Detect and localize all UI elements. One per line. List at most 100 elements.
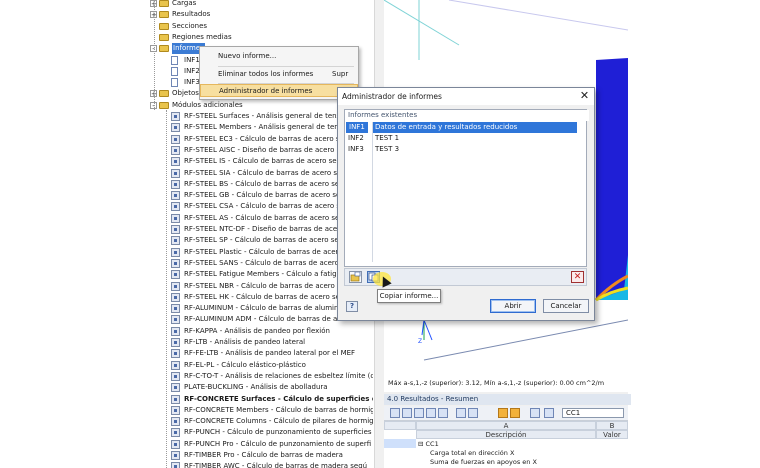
table-row[interactable]: Suma de fuerzas en apoyos en X: [430, 458, 537, 466]
open-button[interactable]: Abrir: [490, 299, 536, 313]
module-item[interactable]: RF-CONCRETE Columns - Cálculo de pilares…: [133, 416, 373, 427]
close-icon[interactable]: ✕: [578, 90, 591, 103]
list-header: Informes existentes: [345, 110, 589, 121]
delete-report-icon[interactable]: ✕: [571, 271, 584, 283]
layers-icon[interactable]: [468, 408, 478, 418]
tree-item[interactable]: + Cargas: [133, 0, 373, 9]
module-icon: [171, 112, 180, 121]
module-label: RF-LTB - Análisis de pandeo lateral: [184, 337, 305, 348]
table-icon[interactable]: [390, 408, 400, 418]
module-label: RF-STEEL IS - Cálculo de barras de acero…: [184, 156, 341, 167]
module-name: RF-STEEL HK: [184, 292, 229, 301]
module-label: RF-STEEL SIA - Cálculo de barras de acer…: [184, 168, 346, 179]
module-description: - Análisis de relaciones de esbeltez lím…: [218, 371, 373, 380]
previous-icon[interactable]: [498, 408, 508, 418]
table-row[interactable]: Carga total en dirección X: [430, 449, 514, 457]
module-name: RF-ALUMINUM: [184, 304, 234, 313]
surface-fill: [596, 58, 628, 300]
module-item[interactable]: RF-CONCRETE Members - Cálculo de barras …: [133, 405, 373, 416]
module-label: RF-STEEL HK - Cálculo de barras de acero…: [184, 292, 344, 303]
module-name: PLATE-BUCKLING: [184, 383, 244, 392]
module-icon: [171, 439, 180, 449]
module-label: RF-STEEL NBR - Cálculo de barras de acer…: [184, 281, 349, 292]
chart-icon[interactable]: [544, 408, 554, 418]
module-label: RF-TIMBER Pro - Cálculo de barras de mad…: [184, 450, 343, 461]
module-icon: [171, 315, 180, 325]
table-row-group[interactable]: ⊟ CC1: [418, 440, 439, 448]
module-item[interactable]: RF-PUNCH Pro - Cálculo de punzonamiento …: [133, 439, 373, 450]
tree-item-label: Resultados: [172, 10, 211, 19]
module-label: RF-ALUMINUM - Cálculo de barras de alumi…: [184, 303, 338, 314]
tree-item-label: Secciones: [172, 21, 208, 30]
module-icon: [171, 270, 180, 280]
results-panel: 4.0 Resultados - Resumen CC1 A B Descrip…: [384, 392, 631, 468]
module-name: RF-STEEL GB: [184, 191, 230, 200]
module-description: - Análisis de pandeo lateral por el MEF: [218, 349, 356, 358]
module-item[interactable]: RF-LTB - Análisis de pandeo lateral: [133, 337, 373, 348]
module-icon: [171, 417, 180, 427]
columns-icon[interactable]: [426, 408, 436, 418]
module-item[interactable]: RF-KAPPA - Análisis de pandeo por flexió…: [133, 326, 373, 337]
module-item[interactable]: PLATE-BUCKLING - Análisis de abolladura: [133, 382, 373, 393]
axis-x-line: [423, 319, 433, 341]
export-icon[interactable]: [402, 408, 412, 418]
module-item[interactable]: RF-EL-PL - Cálculo elástico-plástico: [133, 360, 373, 371]
module-name: RF-STEEL EC3: [184, 134, 233, 143]
module-item[interactable]: RF-C-TO-T - Análisis de relaciones de es…: [133, 371, 373, 382]
module-icon: [171, 258, 180, 268]
tree-item[interactable]: Secciones: [133, 21, 373, 32]
next-icon[interactable]: [510, 408, 520, 418]
report-row-inf2[interactable]: INF2 TEST 1: [345, 133, 586, 144]
module-item[interactable]: RF-TIMBER AWC - Cálculo de barras de mad…: [133, 461, 373, 468]
module-name: RF-STEEL Plastic: [184, 247, 242, 256]
module-name: RF-LTB: [184, 338, 208, 346]
column-b-header[interactable]: B: [596, 421, 628, 430]
dialog-title-bar[interactable]: Administrador de informes ✕: [338, 88, 594, 105]
context-menu: Nuevo informe... Eliminar todos los info…: [199, 46, 359, 100]
folder-icon: [159, 90, 169, 98]
tree-item-label: Regiones medias: [172, 32, 232, 41]
module-label: RF-STEEL Surfaces - Análisis general de …: [184, 111, 346, 122]
module-label: RF-PUNCH Pro - Cálculo de punzonamiento …: [184, 439, 371, 450]
grid-icon[interactable]: [438, 408, 448, 418]
help-icon[interactable]: ?: [346, 301, 358, 312]
module-label: RF-FE-LTB - Análisis de pandeo lateral p…: [184, 348, 355, 359]
right-blank-area: [628, 0, 760, 468]
settings-icon[interactable]: [530, 408, 540, 418]
copy-report-tooltip: Copiar informe...: [377, 289, 441, 303]
report-description: Datos de entrada y resultados reducidos: [373, 122, 578, 133]
module-description: - Cálculo de punzonamiento de superfi: [233, 439, 372, 448]
tree-item[interactable]: + Resultados: [133, 9, 373, 20]
menu-item-new-report[interactable]: Nuevo informe...: [200, 50, 358, 63]
module-name: RF-STEEL SANS: [184, 258, 239, 267]
cancel-button[interactable]: Cancelar: [543, 299, 589, 313]
tree-item-label: Cargas: [172, 0, 197, 7]
column-a-header[interactable]: A: [416, 421, 596, 430]
tree-item[interactable]: Regiones medias: [133, 32, 373, 43]
module-item[interactable]: RF-FE-LTB - Análisis de pandeo lateral p…: [133, 348, 373, 359]
model-edge-line: [423, 319, 628, 361]
module-item[interactable]: RF-PUNCH - Cálculo de punzonamiento de s…: [133, 427, 373, 438]
module-icon: [171, 123, 180, 133]
module-name: RF-STEEL SIA: [184, 168, 231, 177]
module-item[interactable]: RF-TIMBER Pro - Cálculo de barras de mad…: [133, 450, 373, 461]
module-item[interactable]: RF-CONCRETE Surfaces - Cálculo de superf…: [133, 394, 373, 405]
view-icon[interactable]: [456, 408, 466, 418]
new-report-icon[interactable]: [349, 271, 362, 283]
report-icon: [171, 78, 178, 88]
filter-icon[interactable]: [414, 408, 424, 418]
menu-item-report-manager[interactable]: Administrador de informes: [200, 84, 358, 97]
view-status-text: Máx a-s,1,-z (superior): 3.12, Mín a-s,1…: [388, 379, 605, 387]
table-row-selector[interactable]: [384, 439, 416, 448]
module-icon: [171, 236, 180, 246]
report-row-inf3[interactable]: INF3 TEST 3: [345, 144, 586, 155]
report-row-inf1[interactable]: INF1 Datos de entrada y resultados reduc…: [345, 122, 586, 133]
axis-z-label: Z: [418, 338, 423, 345]
dialog-title: Administrador de informes: [342, 92, 442, 101]
module-name: RF-STEEL BS: [184, 179, 229, 188]
results-table: A B Descripción Valor ⊟ CC1 Carga total …: [384, 421, 628, 468]
menu-item-delete-all-reports[interactable]: Eliminar todos los informes Supr: [200, 68, 358, 81]
module-description: - Cálculo de barras de acero seg: [233, 202, 349, 211]
module-label: RF-STEEL Fatigue Members - Cálculo a fat…: [184, 269, 341, 280]
load-case-select[interactable]: CC1: [562, 408, 624, 418]
